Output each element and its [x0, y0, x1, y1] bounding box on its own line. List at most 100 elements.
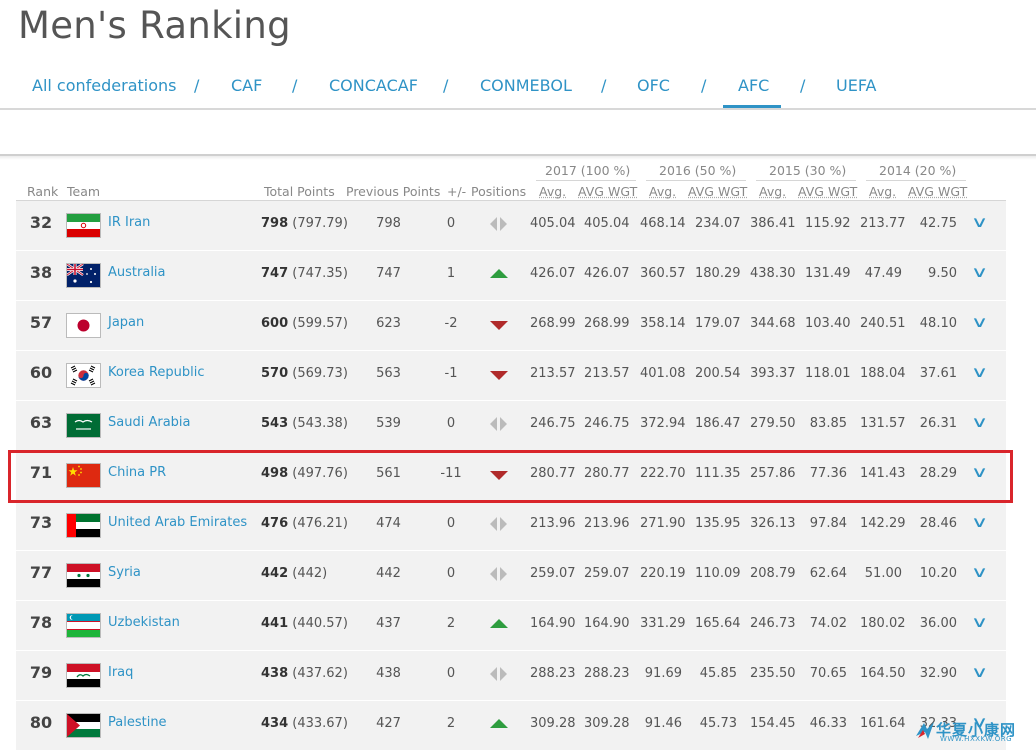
team-link[interactable]: Uzbekistan [108, 615, 180, 630]
cell-2016-avg-wgt: 200.54 [695, 366, 741, 381]
col-2014-avg: Avg. [869, 184, 897, 199]
rank-cell: 77 [29, 563, 53, 582]
cell-2014-avg-wgt: 10.20 [919, 566, 957, 581]
cell-2016-avg-wgt: 45.85 [699, 666, 737, 681]
table-row[interactable]: 77 Syria 442 (442) 442 0 259.07 259.07 220.19 11… [16, 551, 1006, 601]
cell-2017-avg-wgt: 309.28 [584, 716, 630, 731]
cell-2017-avg: 426.07 [530, 266, 576, 281]
cell-2015-avg-wgt: 131.49 [805, 266, 851, 281]
cell-2017-avg-wgt: 259.07 [584, 566, 630, 581]
team-link[interactable]: Syria [108, 565, 141, 580]
chevron-down-icon[interactable]: ∨ [971, 413, 989, 431]
team-link[interactable]: Saudi Arabia [108, 415, 191, 430]
watermark: 华夏小康网 WWW.HXXKW.ORG [914, 718, 1032, 744]
position-unchanged-icon [488, 667, 510, 681]
watermark-logo-icon [916, 722, 934, 739]
flag-icon [67, 314, 100, 337]
tab-concacaf[interactable]: CONCACAF [329, 76, 418, 95]
nav-separator: / [292, 76, 298, 95]
team-link[interactable]: Australia [108, 265, 166, 280]
total-points-cell: 442 (442) [261, 566, 328, 581]
table-row[interactable]: 32 IR Iran 798 (797.79) 798 0 405.04 405.04 468… [16, 201, 1006, 251]
cell-2016-avg-wgt: 110.09 [695, 566, 741, 581]
table-row[interactable]: 73 United Arab Emirates 476 (476.21) 474 0 21… [16, 501, 1006, 551]
cell-2016-avg: 401.08 [640, 366, 686, 381]
cell-2014-avg-wgt: 37.61 [919, 366, 957, 381]
cell-2016-avg: 360.57 [640, 266, 686, 281]
flag-icon [67, 714, 100, 737]
cell-2015-avg: 235.50 [750, 666, 796, 681]
diff-cell: 0 [446, 566, 456, 581]
position-up-icon [488, 267, 510, 281]
cell-2015-avg-wgt: 70.65 [809, 666, 847, 681]
nav-separator: / [701, 76, 707, 95]
previous-points-cell: 563 [376, 366, 401, 381]
table-row[interactable]: 78 Uzbekistan 441 (440.57) 437 2 164.90 164.90… [16, 601, 1006, 651]
table-row[interactable]: 79 Iraq 438 (437.62) 438 0 288.23 288.23 91.69 4… [16, 651, 1006, 701]
tab-ofc[interactable]: OFC [637, 76, 670, 95]
previous-points-cell: 623 [376, 316, 401, 331]
chevron-down-icon[interactable]: ∨ [971, 263, 989, 281]
total-points-cell: 441 (440.57) [261, 616, 348, 631]
flag-icon [67, 664, 100, 687]
cell-2016-avg-wgt: 45.73 [699, 716, 737, 731]
rank-cell: 79 [29, 663, 53, 682]
cell-2017-avg: 164.90 [530, 616, 576, 631]
cell-2017-avg: 405.04 [530, 216, 576, 231]
tab-afc[interactable]: AFC [738, 76, 769, 95]
cell-2014-avg: 131.57 [860, 416, 906, 431]
tab-conmebol[interactable]: CONMEBOL [480, 76, 572, 95]
group-underline [536, 180, 636, 181]
tab-uefa[interactable]: UEFA [836, 76, 877, 95]
team-link[interactable]: Korea Republic [108, 365, 205, 380]
rank-cell: 78 [29, 613, 53, 632]
position-down-icon [488, 317, 510, 331]
col-positions: Positions [471, 184, 527, 199]
team-link[interactable]: United Arab Emirates [108, 515, 247, 530]
cell-2016-avg: 220.19 [640, 566, 686, 581]
watermark-subtext: WWW.HXXKW.ORG [940, 735, 1013, 743]
chevron-down-icon[interactable]: ∨ [971, 513, 989, 531]
rank-cell: 80 [29, 713, 53, 732]
cell-2016-avg-wgt: 179.07 [695, 316, 741, 331]
cell-2014-avg: 180.02 [860, 616, 906, 631]
cell-2015-avg-wgt: 46.33 [809, 716, 847, 731]
total-points-cell: 438 (437.62) [261, 666, 348, 681]
chevron-down-icon[interactable]: ∨ [971, 563, 989, 581]
previous-points-cell: 427 [376, 716, 401, 731]
cell-2015-avg: 246.73 [750, 616, 796, 631]
table-row[interactable]: 60 Korea Republic 570 (569.73) 563 -1 213.57 2… [16, 351, 1006, 401]
team-link[interactable]: Japan [108, 315, 144, 330]
group-underline [756, 180, 856, 181]
diff-cell: 2 [446, 716, 456, 731]
diff-cell: -2 [444, 316, 458, 331]
chevron-down-icon[interactable]: ∨ [971, 363, 989, 381]
cell-2017-avg: 268.99 [530, 316, 576, 331]
tab-all-confederations[interactable]: All confederations [32, 76, 177, 95]
section-shadow [0, 156, 1036, 160]
chevron-down-icon[interactable]: ∨ [971, 663, 989, 681]
table-row[interactable]: 63 Saudi Arabia 543 (543.38) 539 0 246.75 246.… [16, 401, 1006, 451]
highlight-box [8, 450, 1013, 503]
table-row[interactable]: 38 Australia 747 (747.35) 747 1 426.07 426.07 3… [16, 251, 1006, 301]
chevron-down-icon[interactable]: ∨ [971, 613, 989, 631]
cell-2017-avg-wgt: 213.57 [584, 366, 630, 381]
position-up-icon [488, 717, 510, 731]
cell-2017-avg-wgt: 213.96 [584, 516, 630, 531]
tab-caf[interactable]: CAF [231, 76, 262, 95]
cell-2016-avg-wgt: 234.07 [695, 216, 741, 231]
cell-2014-avg-wgt: 9.50 [928, 266, 957, 281]
team-link[interactable]: IR Iran [108, 215, 150, 230]
cell-2014-avg-wgt: 42.75 [919, 216, 957, 231]
chevron-down-icon[interactable]: ∨ [971, 213, 989, 231]
cell-2015-avg: 279.50 [750, 416, 796, 431]
cell-2015-avg: 208.79 [750, 566, 796, 581]
team-link[interactable]: Palestine [108, 715, 167, 730]
cell-2014-avg: 47.49 [864, 266, 902, 281]
diff-cell: 2 [446, 616, 456, 631]
diff-cell: 0 [446, 666, 456, 681]
table-row[interactable]: 57 Japan 600 (599.57) 623 -2 268.99 268.99 358.… [16, 301, 1006, 351]
cell-2017-avg-wgt: 246.75 [584, 416, 630, 431]
chevron-down-icon[interactable]: ∨ [971, 313, 989, 331]
team-link[interactable]: Iraq [108, 665, 133, 680]
